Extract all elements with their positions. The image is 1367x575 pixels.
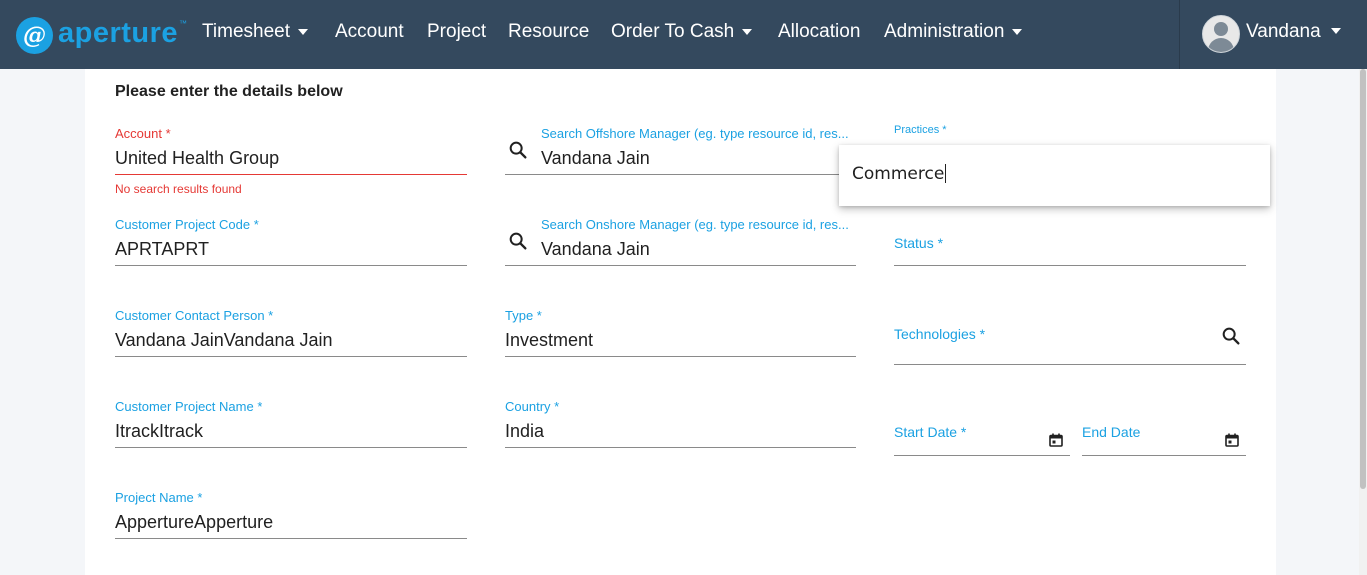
type-select[interactable]: Investment: [505, 330, 593, 351]
end-date-field[interactable]: End Date: [1082, 424, 1246, 458]
customer-project-code-underline: [115, 265, 467, 266]
end-date-underline: [1082, 455, 1246, 456]
nav-allocation[interactable]: Allocation: [778, 21, 860, 43]
account-underline: [115, 174, 467, 175]
brand-logo[interactable]: @ aperture ™: [16, 15, 187, 55]
onshore-manager-underline: [505, 265, 856, 266]
practices-label: Practices *: [894, 124, 947, 136]
nav-account-label: Account: [335, 21, 404, 42]
nav-administration-label: Administration: [884, 21, 1005, 42]
end-date-label: End Date: [1082, 424, 1141, 440]
offshore-manager-input[interactable]: Vandana Jain: [541, 148, 650, 169]
nav-administration[interactable]: Administration: [884, 21, 1023, 43]
account-field[interactable]: Account * United Health Group No search …: [115, 126, 467, 196]
start-date-field[interactable]: Start Date *: [894, 424, 1070, 458]
project-name-field[interactable]: Project Name * AppertureApperture: [115, 490, 467, 540]
nav-resource[interactable]: Resource: [508, 21, 589, 43]
nav-timesheet-label: Timesheet: [202, 21, 290, 42]
practices-option[interactable]: Commerce: [852, 163, 947, 184]
project-name-underline: [115, 538, 467, 539]
nav-account[interactable]: Account: [335, 21, 404, 43]
nav-order-to-cash[interactable]: Order To Cash: [611, 21, 753, 43]
search-icon[interactable]: [507, 230, 529, 252]
customer-project-name-underline: [115, 447, 467, 448]
country-field[interactable]: Country * India: [505, 399, 856, 449]
start-date-label: Start Date *: [894, 424, 967, 440]
user-menu[interactable]: Vandana: [1202, 15, 1341, 53]
status-label: Status *: [894, 235, 944, 251]
caret-down-icon: [298, 29, 308, 35]
customer-contact-person-underline: [115, 356, 467, 357]
nav-timesheet[interactable]: Timesheet: [202, 21, 308, 43]
project-name-label: Project Name *: [115, 490, 203, 505]
type-field[interactable]: Type * Investment: [505, 308, 856, 358]
brand-trademark: ™: [179, 18, 188, 28]
search-icon[interactable]: [507, 139, 529, 161]
brand-badge-icon: @: [16, 16, 53, 54]
country-select[interactable]: India: [505, 421, 544, 442]
account-label: Account *: [115, 126, 171, 141]
onshore-manager-label: Search Onshore Manager (eg. type resourc…: [541, 217, 849, 232]
country-underline: [505, 447, 856, 448]
caret-down-icon: [1012, 29, 1023, 35]
form-heading: Please enter the details below: [115, 83, 343, 100]
customer-project-name-field[interactable]: Customer Project Name * ItrackItrack: [115, 399, 467, 449]
status-field[interactable]: Status *: [894, 235, 1246, 267]
offshore-manager-field[interactable]: Search Offshore Manager (eg. type resour…: [505, 126, 856, 176]
caret-down-icon: [1330, 28, 1341, 34]
status-underline: [894, 265, 1246, 266]
nav-project[interactable]: Project: [427, 21, 486, 43]
scrollbar-thumb[interactable]: [1360, 69, 1366, 489]
technologies-field[interactable]: Technologies *: [894, 326, 1246, 366]
customer-project-code-input[interactable]: APRTAPRT: [115, 239, 209, 260]
onshore-manager-field[interactable]: Search Onshore Manager (eg. type resourc…: [505, 217, 856, 267]
user-avatar-icon: [1202, 15, 1240, 53]
offshore-manager-underline: [505, 174, 856, 175]
user-name: Vandana: [1246, 21, 1321, 42]
customer-contact-person-label: Customer Contact Person *: [115, 308, 274, 323]
technologies-underline: [894, 364, 1246, 365]
customer-contact-person-input[interactable]: Vandana JainVandana Jain: [115, 330, 333, 351]
customer-project-code-label: Customer Project Code *: [115, 217, 259, 232]
project-name-input[interactable]: AppertureApperture: [115, 512, 273, 533]
caret-down-icon: [742, 29, 753, 35]
type-label: Type *: [505, 308, 542, 323]
top-navbar: @ aperture ™ Timesheet Account Project R…: [0, 0, 1367, 69]
practices-dropdown-popup[interactable]: Commerce: [839, 145, 1270, 206]
customer-project-code-field[interactable]: Customer Project Code * APRTAPRT: [115, 217, 467, 267]
nav-allocation-label: Allocation: [778, 21, 861, 42]
nav-order-to-cash-label: Order To Cash: [611, 21, 735, 42]
account-input[interactable]: United Health Group: [115, 148, 279, 169]
nav-resource-label: Resource: [508, 21, 590, 42]
text-cursor: [945, 163, 947, 183]
start-date-underline: [894, 455, 1070, 456]
page-scrollbar[interactable]: [1359, 69, 1367, 575]
brand-name: aperture: [58, 16, 179, 49]
nav-divider: [1179, 0, 1180, 69]
customer-project-name-label: Customer Project Name *: [115, 399, 263, 414]
calendar-icon[interactable]: [1225, 433, 1239, 447]
customer-contact-person-field[interactable]: Customer Contact Person * Vandana JainVa…: [115, 308, 467, 358]
technologies-label: Technologies *: [894, 326, 986, 342]
onshore-manager-input[interactable]: Vandana Jain: [541, 239, 650, 260]
account-error: No search results found: [115, 182, 242, 196]
search-icon[interactable]: [1220, 325, 1242, 347]
type-underline: [505, 356, 856, 357]
offshore-manager-label: Search Offshore Manager (eg. type resour…: [541, 126, 849, 141]
customer-project-name-input[interactable]: ItrackItrack: [115, 421, 203, 442]
nav-project-label: Project: [427, 21, 487, 42]
country-label: Country *: [505, 399, 560, 414]
calendar-icon[interactable]: [1049, 433, 1063, 447]
